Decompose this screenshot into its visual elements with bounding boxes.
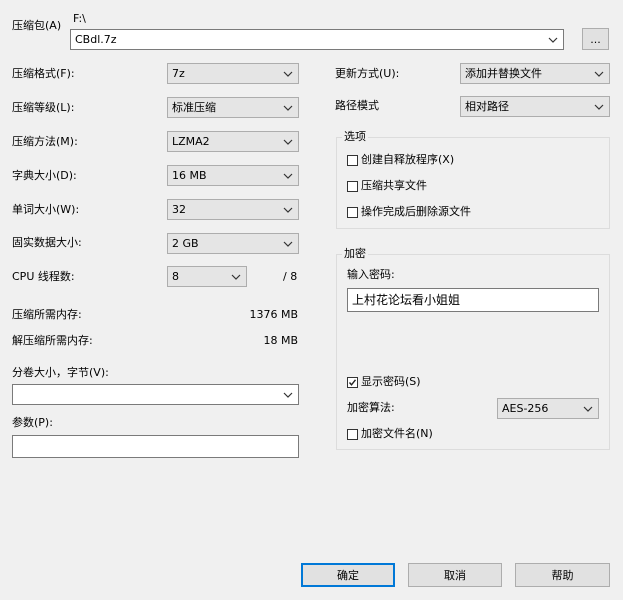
chevron-down-icon [546,33,560,47]
chevron-down-icon [281,203,295,217]
format-value: 7z [172,67,185,80]
browse-label: ... [590,32,601,46]
sfx-label: 创建自释放程序(X) [361,153,455,166]
update-value: 添加并替换文件 [465,67,542,80]
mem-compress-value: 1376 MB [249,308,298,321]
password-label: 输入密码: [347,268,395,281]
encrypt-names-label: 加密文件名(N) [361,427,433,440]
show-password-checkbox[interactable]: 显示密码(S) [347,375,421,389]
enc-method-select[interactable]: AES-256 [497,398,599,419]
enc-method-value: AES-256 [502,402,549,415]
mem-decompress-label: 解压缩所需内存: [12,334,93,347]
checkbox-box [347,428,358,440]
ok-button[interactable]: 确定 [301,563,395,587]
archive-name-value: CBdl.7z [75,33,117,46]
chevron-down-icon [281,67,295,81]
delete-after-label: 操作完成后删除源文件 [361,205,471,218]
chevron-down-icon [229,270,243,284]
threads-max: / 8 [283,270,298,283]
params-input[interactable] [12,435,299,458]
word-select[interactable]: 32 [167,199,299,220]
method-value: LZMA2 [172,135,210,148]
archive-path: F:\ [73,12,86,25]
shared-label: 压缩共享文件 [361,179,427,192]
mem-decompress-value: 18 MB [263,334,298,347]
cancel-label: 取消 [444,569,466,582]
solid-label: 固实数据大小: [12,236,82,249]
level-label: 压缩等级(L): [12,101,75,114]
chevron-down-icon [592,67,606,81]
check-icon [348,378,357,386]
encryption-title: 加密 [342,247,368,261]
checkbox-box [347,180,358,192]
solid-select[interactable]: 2 GB [167,233,299,254]
format-label: 压缩格式(F): [12,67,75,80]
level-value: 标准压缩 [172,101,216,114]
threads-value: 8 [172,270,179,283]
path-mode-label: 路径模式 [335,99,379,112]
chevron-down-icon [281,237,295,251]
threads-label: CPU 线程数: [12,270,75,283]
chevron-down-icon [581,402,595,416]
word-value: 32 [172,203,186,216]
path-mode-select[interactable]: 相对路径 [460,96,610,117]
checkbox-box [347,376,358,388]
help-label: 帮助 [551,569,574,582]
browse-button[interactable]: ... [582,28,609,50]
word-label: 单词大小(W): [12,203,80,216]
cancel-button[interactable]: 取消 [408,563,502,587]
chevron-down-icon [281,388,295,402]
volume-combo[interactable] [12,384,299,405]
update-label: 更新方式(U): [335,67,400,80]
delete-after-checkbox[interactable]: 操作完成后删除源文件 [347,205,471,219]
checkbox-box [347,154,358,166]
chevron-down-icon [592,100,606,114]
level-select[interactable]: 标准压缩 [167,97,299,118]
enc-method-label: 加密算法: [347,401,395,414]
show-password-label: 显示密码(S) [361,375,421,388]
mem-compress-label: 压缩所需内存: [12,308,82,321]
chevron-down-icon [281,169,295,183]
encrypt-names-checkbox[interactable]: 加密文件名(N) [347,427,433,441]
password-input[interactable]: 上村花论坛看小姐姐 [347,288,599,312]
format-select[interactable]: 7z [167,63,299,84]
shared-checkbox[interactable]: 压缩共享文件 [347,179,427,193]
archive-name-combo[interactable]: CBdl.7z [70,29,564,50]
path-mode-value: 相对路径 [465,100,509,113]
sfx-checkbox[interactable]: 创建自释放程序(X) [347,153,454,167]
password-value: 上村花论坛看小姐姐 [352,293,461,307]
update-select[interactable]: 添加并替换文件 [460,63,610,84]
method-label: 压缩方法(M): [12,135,78,148]
ok-label: 确定 [337,569,359,582]
archive-label: 压缩包(A) [12,19,62,32]
chevron-down-icon [281,101,295,115]
dict-value: 16 MB [172,169,207,182]
solid-value: 2 GB [172,237,199,250]
help-button[interactable]: 帮助 [515,563,610,587]
method-select[interactable]: LZMA2 [167,131,299,152]
chevron-down-icon [281,135,295,149]
encryption-group [336,254,610,450]
dict-label: 字典大小(D): [12,169,77,182]
volume-label: 分卷大小，字节(V): [12,366,109,379]
checkbox-box [347,206,358,218]
threads-select[interactable]: 8 [167,266,247,287]
dict-select[interactable]: 16 MB [167,165,299,186]
params-label: 参数(P): [12,416,53,429]
options-title: 选项 [342,130,368,144]
